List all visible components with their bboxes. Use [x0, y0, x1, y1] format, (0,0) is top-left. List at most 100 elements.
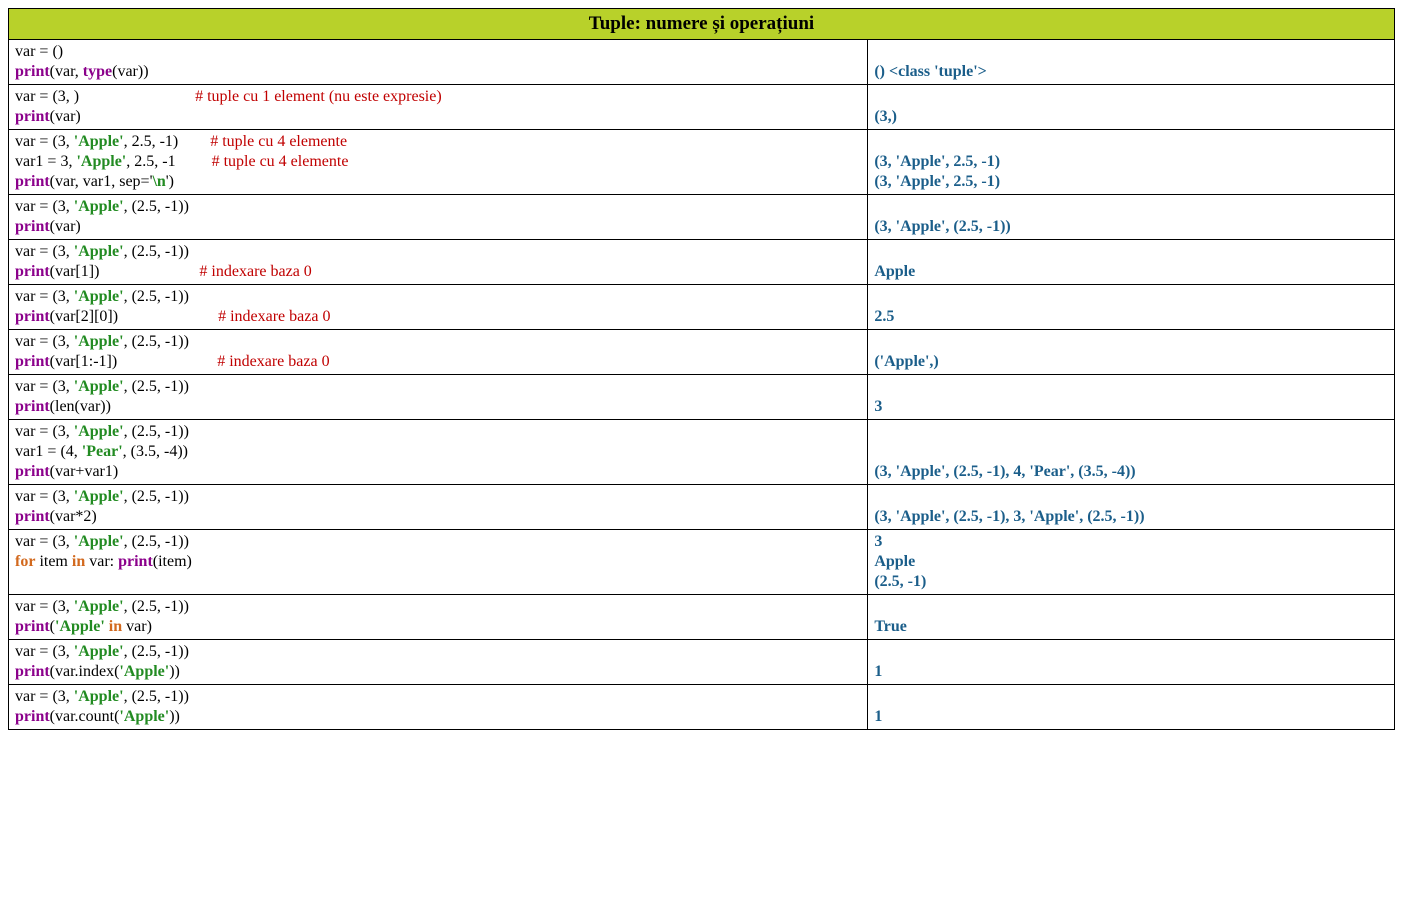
- output-cell: (3, 'Apple', (2.5, -1)): [868, 195, 1395, 240]
- table-row: var = (3, 'Apple', (2.5, -1))print(var*2…: [9, 485, 1395, 530]
- output-cell: 1: [868, 685, 1395, 730]
- code-token: for: [15, 553, 35, 570]
- code-line: var = (3, 'Apple', (2.5, -1)): [15, 532, 861, 552]
- output-cell: True: [868, 595, 1395, 640]
- code-cell: var = (3, 'Apple', (2.5, -1))print('Appl…: [9, 595, 868, 640]
- code-token: print: [15, 263, 50, 280]
- code-cell: var = (3, 'Apple', (2.5, -1))print(len(v…: [9, 375, 868, 420]
- code-token: , (2.5, -1)): [124, 378, 189, 395]
- code-line: var = (): [15, 42, 861, 62]
- code-token: print: [15, 508, 50, 525]
- table-row: var = (3, ) # tuple cu 1 element (nu est…: [9, 85, 1395, 130]
- code-token: , (2.5, -1)): [124, 198, 189, 215]
- code-line: print(var.count('Apple')): [15, 707, 861, 727]
- code-token: var = (3,: [15, 288, 74, 305]
- code-token: print: [118, 553, 153, 570]
- code-token: print: [15, 218, 50, 235]
- code-line: var = (3, 'Apple', (2.5, -1)): [15, 487, 861, 507]
- table-row: var = (3, 'Apple', (2.5, -1))print(var[2…: [9, 285, 1395, 330]
- code-line: print(var[2][0]) # indexare baza 0: [15, 307, 861, 327]
- output-cell: Apple: [868, 240, 1395, 285]
- output-cell: ('Apple',): [868, 330, 1395, 375]
- code-token: var1 = 3,: [15, 153, 76, 170]
- table-row: var = (3, 'Apple', (2.5, -1))print(var.i…: [9, 640, 1395, 685]
- output-cell: 3: [868, 375, 1395, 420]
- code-token: , 2.5, -1: [126, 153, 211, 170]
- code-token: print: [15, 708, 50, 725]
- code-line: var = (3, ) # tuple cu 1 element (nu est…: [15, 87, 861, 107]
- code-token: 'Apple': [74, 423, 124, 440]
- code-line: var = (3, 'Apple', (2.5, -1)): [15, 597, 861, 617]
- code-token: var = (3,: [15, 423, 74, 440]
- code-token: \n: [152, 173, 165, 190]
- code-token: var1 = (4,: [15, 443, 82, 460]
- code-token: print: [15, 663, 50, 680]
- code-token: 'Apple': [74, 243, 124, 260]
- code-cell: var = (3, 'Apple', (2.5, -1))print(var[1…: [9, 240, 868, 285]
- code-cell: var = (3, 'Apple', (2.5, -1))print(var.i…: [9, 640, 868, 685]
- code-token: var = (3,: [15, 133, 74, 150]
- code-token: , 2.5, -1): [124, 133, 211, 150]
- tuple-table: Tuple: numere și operațiuni var = ()prin…: [8, 8, 1395, 730]
- code-line: var1 = (4, 'Pear', (3.5, -4)): [15, 442, 861, 462]
- code-token: , (2.5, -1)): [124, 598, 189, 615]
- code-token: 'Apple': [74, 533, 124, 550]
- output-cell: (3, 'Apple', 2.5, -1) (3, 'Apple', 2.5, …: [868, 130, 1395, 195]
- code-token: var:: [85, 553, 118, 570]
- code-token: print: [15, 398, 50, 415]
- table-row: var = (3, 'Apple', (2.5, -1))for item in…: [9, 530, 1395, 595]
- code-token: (var): [50, 108, 81, 125]
- code-token: print: [15, 63, 50, 80]
- code-cell: var = (3, 'Apple', (2.5, -1))var1 = (4, …: [9, 420, 868, 485]
- code-token: print: [15, 618, 50, 635]
- code-token: , (2.5, -1)): [124, 333, 189, 350]
- code-token: in: [109, 618, 122, 635]
- code-token: (var[2][0]): [50, 308, 218, 325]
- output-cell: (3, 'Apple', (2.5, -1), 4, 'Pear', (3.5,…: [868, 420, 1395, 485]
- code-token: type: [83, 63, 112, 80]
- code-line: print(var, type(var)): [15, 62, 861, 82]
- code-token: var = (3,: [15, 643, 74, 660]
- code-token: , (2.5, -1)): [124, 243, 189, 260]
- code-token: (var[1]): [50, 263, 200, 280]
- code-token: 'Apple': [74, 688, 124, 705]
- code-token: var = (3,: [15, 688, 74, 705]
- code-cell: var = (3, 'Apple', (2.5, -1))print(var[2…: [9, 285, 868, 330]
- code-token: var = (3,: [15, 488, 74, 505]
- code-line: var = (3, 'Apple', (2.5, -1)): [15, 642, 861, 662]
- output-cell: () <class 'tuple'>: [868, 40, 1395, 85]
- code-token: 'Apple': [74, 598, 124, 615]
- code-token: 'Apple': [74, 333, 124, 350]
- table-row: var = (3, 'Apple', (2.5, -1))print(len(v…: [9, 375, 1395, 420]
- code-token: 'Apple': [55, 618, 105, 635]
- table-row: var = (3, 'Apple', (2.5, -1))print(var.c…: [9, 685, 1395, 730]
- code-line: print(var[1]) # indexare baza 0: [15, 262, 861, 282]
- output-cell: (3, 'Apple', (2.5, -1), 3, 'Apple', (2.5…: [868, 485, 1395, 530]
- code-line: var = (3, 'Apple', (2.5, -1)): [15, 332, 861, 352]
- code-line: var = (3, 'Apple', (2.5, -1)): [15, 377, 861, 397]
- code-token: (var.count(: [50, 708, 120, 725]
- code-line: print(var+var1): [15, 462, 861, 482]
- code-token: var): [122, 618, 152, 635]
- code-token: var = (3,: [15, 378, 74, 395]
- code-line: print(len(var)): [15, 397, 861, 417]
- code-token: # tuple cu 1 element (nu este expresie): [195, 88, 442, 105]
- code-token: item: [35, 553, 71, 570]
- code-token: (var*2): [50, 508, 97, 525]
- code-token: # tuple cu 4 elemente: [210, 133, 347, 150]
- code-token: (var, var1, sep=': [50, 173, 153, 190]
- code-token: 'Apple': [74, 288, 124, 305]
- code-token: (item): [153, 553, 192, 570]
- code-line: print(var): [15, 107, 861, 127]
- code-line: print(var.index('Apple')): [15, 662, 861, 682]
- code-token: var = (): [15, 43, 63, 60]
- code-token: # indexare baza 0: [217, 353, 329, 370]
- code-token: var = (3,: [15, 243, 74, 260]
- code-line: var = (3, 'Apple', (2.5, -1)): [15, 242, 861, 262]
- code-token: (var)): [112, 63, 148, 80]
- output-cell: 3 Apple (2.5, -1): [868, 530, 1395, 595]
- code-line: var = (3, 'Apple', (2.5, -1)): [15, 422, 861, 442]
- code-token: (len(var)): [50, 398, 111, 415]
- code-token: print: [15, 308, 50, 325]
- code-token: (var+var1): [50, 463, 119, 480]
